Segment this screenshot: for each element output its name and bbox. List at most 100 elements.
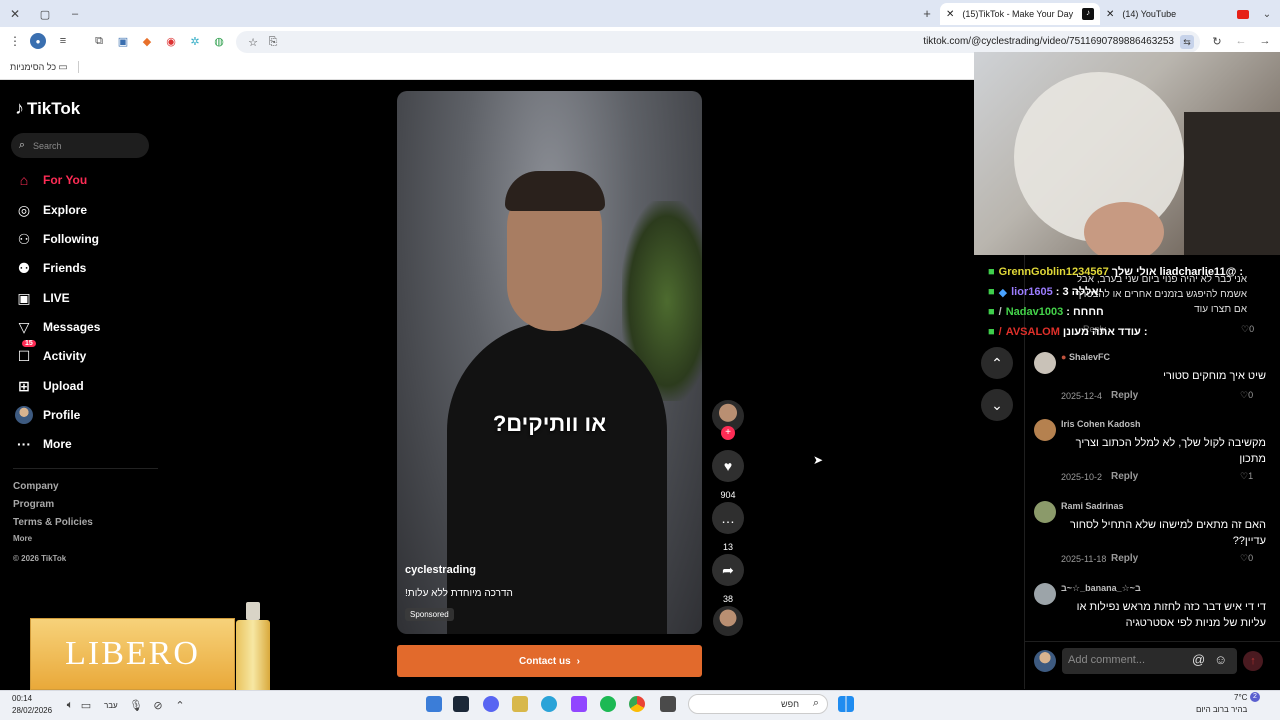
nav-activity[interactable]: ☐ 15 Activity [14,340,86,368]
post-comment-button[interactable]: ↑ [1243,651,1263,671]
telegram-icon[interactable] [541,696,557,712]
twitch-icon[interactable] [571,696,587,712]
tab-close-icon[interactable]: ✕ [1106,9,1114,20]
reply-button[interactable]: Reply [1111,553,1138,564]
taskbar-search[interactable]: חפש ⌕ [688,694,828,714]
search-input[interactable]: ⌕ Search [11,133,149,158]
clock-time[interactable]: 00:14 [12,694,32,703]
steam-icon[interactable] [453,696,469,712]
nav-messages[interactable]: ▽ Messages [14,315,101,339]
nav-following[interactable]: ⚇ Following [14,227,99,251]
avatar[interactable] [1034,583,1056,605]
notepad-icon[interactable] [426,696,442,712]
nav-for-you[interactable]: ⌂ For You [14,168,87,192]
contact-us-button[interactable]: Contact us › [397,645,702,677]
taskbar-search-label: חפש [781,699,799,709]
discord-icon[interactable] [483,696,499,712]
comment-author[interactable]: ● ShalevFC [1061,352,1110,362]
star-icon[interactable]: ☆ [246,35,260,49]
new-tab-icon[interactable]: + [920,6,934,21]
next-video-button[interactable]: ⌄ [981,389,1013,421]
back-icon[interactable]: → [1258,34,1272,48]
mention-icon[interactable]: @ [1192,652,1205,667]
language-indicator[interactable]: עבר [104,701,118,710]
tiktok-logo[interactable]: ♪ TikTok [15,98,80,119]
wifi-off-icon[interactable]: ⊘ [152,699,164,712]
extension-icon[interactable]: ≡ [56,34,70,48]
avatar[interactable] [1034,501,1056,523]
like-button[interactable]: ♥ 904 [711,450,745,500]
nav-more[interactable]: ··· More [14,432,72,456]
footer-terms-link[interactable]: Terms & Policies [13,517,93,528]
avatar[interactable] [1034,352,1056,374]
footer-more-link[interactable]: More [13,534,32,543]
minimize-icon[interactable]: – [68,7,82,21]
music-disc-button[interactable] [711,606,745,636]
tab-list-icon[interactable]: ⌄ [1260,7,1274,21]
extension-icon[interactable]: ✲ [188,34,202,48]
cast-icon[interactable]: ⎘ [266,35,280,49]
reply-button[interactable]: Reply [1111,471,1138,482]
comment-author[interactable]: Rami Sadrinas [1061,501,1124,511]
emoji-icon[interactable]: ☺ [1214,652,1227,667]
menu-icon[interactable]: ⋮ [8,34,22,48]
ad-banner[interactable]: LIBERO [30,618,235,690]
network-icon[interactable]: ▭ [80,699,92,712]
add-comment-input[interactable]: Add comment... @ ☺ [1062,648,1237,674]
profile-icon[interactable]: ● [30,33,46,49]
file-explorer-icon[interactable] [660,696,676,712]
comment-item: Iris Cohen Kadosh מקשיבה לקול שלך, לא למ… [1034,419,1274,495]
footer-program-link[interactable]: Program [13,499,54,510]
compass-icon: ◎ [17,201,31,218]
extension-icon[interactable]: ◆ [140,34,154,48]
spotify-icon[interactable] [600,696,616,712]
nav-profile[interactable]: Profile [14,403,80,427]
comment-like[interactable]: ♡0 [1240,390,1253,401]
puzzle-icon[interactable]: ⧉ [92,34,106,48]
tab-close-icon[interactable]: ✕ [946,9,954,20]
comment-author[interactable]: Iris Cohen Kadosh [1061,419,1141,429]
app-icon[interactable] [512,696,528,712]
nav-friends[interactable]: ⚉ Friends [14,256,87,280]
tab-tiktok[interactable]: ✕ (15)TikTok - Make Your Day ♪ [940,3,1100,25]
share-button[interactable]: ➦ 38 [711,554,745,604]
chrome-icon[interactable] [629,696,645,712]
comment-button[interactable]: … 13 [711,502,745,552]
previous-video-button[interactable]: ⌃ [981,347,1013,379]
weather-temp[interactable]: 7°C [1234,693,1247,702]
nav-explore[interactable]: ◎ Explore [14,198,87,222]
footer-company-link[interactable]: Company [13,481,59,492]
follow-plus-icon[interactable]: + [721,426,735,440]
video-player[interactable]: או וותיקים? cyclestrading הדרכה מיוחדת ל… [397,91,702,634]
activity-icon: ☐ 15 [14,340,36,366]
avatar[interactable] [1034,419,1056,441]
sidebar: ♪ TikTok ⌕ Search ⌂ For You ◎ Explore ⚇ Fol… [0,80,160,690]
nav-upload[interactable]: ⊞ Upload [14,374,84,398]
reload-icon[interactable]: ↻ [1210,34,1224,48]
microphone-icon[interactable]: 🎙︎ [129,699,143,712]
all-bookmarks-link[interactable]: כל הסימניות [10,62,56,72]
comment-like[interactable]: ♡1 [1240,471,1253,482]
reply-button[interactable]: Reply [1111,390,1138,401]
extension-icon[interactable]: ▣ [116,34,130,48]
tab-youtube[interactable]: ✕ (14) YouTube [1100,3,1255,25]
video-author[interactable]: cyclestrading [405,564,476,576]
weather-text[interactable]: בהיר ברוב היום [1196,705,1247,714]
extension-icon[interactable]: ◉ [164,34,178,48]
comment-like[interactable]: ♡0 [1240,553,1253,564]
close-icon[interactable]: ✕ [8,7,22,21]
chevron-up-icon[interactable]: ⌃ [174,699,186,712]
nav-live[interactable]: ▣ LIVE [14,286,69,310]
restore-icon[interactable]: ▢ [38,7,52,21]
windows-start-icon[interactable] [838,696,854,712]
extension-icon[interactable]: ◍ [212,34,226,48]
address-field[interactable]: ☆ ⎘ tiktok.com/@cyclestrading/video/7511… [236,31,1200,53]
notification-badge[interactable]: 2 [1250,692,1260,702]
volume-icon[interactable]: 🔈︎ [64,699,76,711]
live-icon: ▣ [17,289,31,306]
creator-avatar-button[interactable]: + [711,400,745,440]
comment-author[interactable]: ב~☆_banana_☆~ב [1061,583,1141,594]
site-settings-icon[interactable]: ⇆ [1180,35,1194,49]
clock-date[interactable]: 28/02/2026 [12,706,52,715]
forward-icon[interactable]: ← [1234,34,1248,48]
